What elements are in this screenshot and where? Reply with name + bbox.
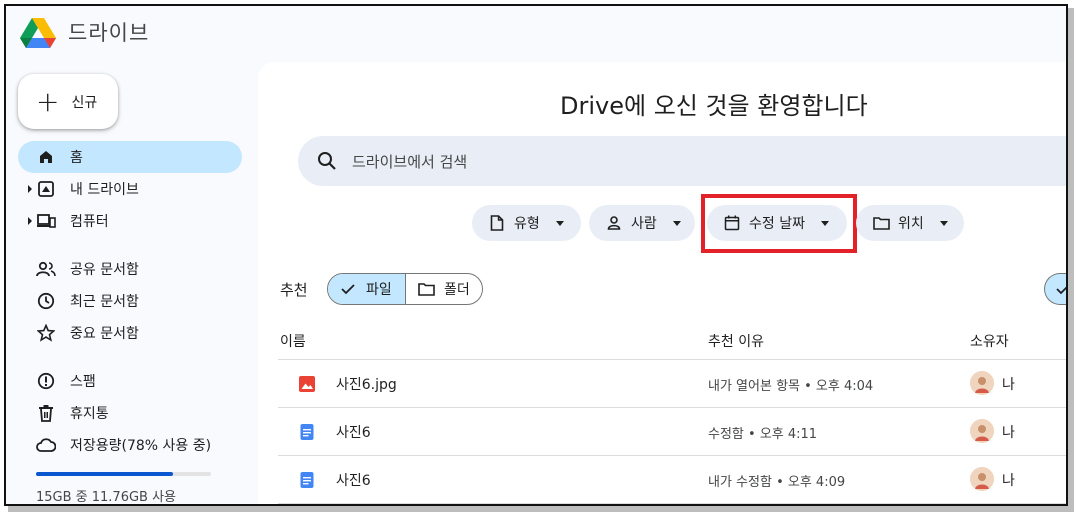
filter-chip-label: 유형 (514, 216, 540, 232)
owner-name: 나 (1002, 425, 1015, 441)
drop-shadow-bottom (8, 506, 1074, 512)
sidebar-item-home[interactable]: 홈 (18, 141, 242, 173)
files-folders-toggle: 파일 폴더 (327, 273, 483, 305)
toggle-label: 폴더 (444, 282, 470, 298)
sidebar-item-storage[interactable]: 저장용량(78% 사용 중) (18, 429, 242, 461)
toggle-folders[interactable]: 폴더 (406, 274, 482, 304)
sidebar-item-shared[interactable]: 공유 문서함 (18, 253, 242, 285)
file-name[interactable]: 사진6 (336, 422, 371, 442)
docs-file-icon (300, 472, 314, 488)
sidebar-item-my-drive[interactable]: 내 드라이브 (18, 173, 242, 205)
suggestion-reason: 내가 열어본 항목 • 오후 4:04 (708, 379, 874, 394)
search-input[interactable]: 드라이브에서 검색 (298, 136, 1068, 186)
cloud-icon (36, 435, 56, 455)
filter-chip-label: 사람 (631, 216, 657, 232)
view-toggle-partial[interactable] (1044, 273, 1068, 305)
filter-chip-location[interactable]: 위치 (856, 205, 964, 241)
drive-logo-icon[interactable] (20, 15, 56, 49)
sidebar-item-recent[interactable]: 최근 문서함 (18, 285, 242, 317)
file-name[interactable]: 사진6 (336, 470, 371, 490)
spam-icon (36, 371, 56, 391)
sidebar-item-trash[interactable]: 휴지통 (18, 397, 242, 429)
sidebar-item-spam[interactable]: 스팸 (18, 365, 242, 397)
person-icon (605, 214, 623, 232)
sidebar-item-computers[interactable]: 컴퓨터 (18, 205, 242, 237)
my-drive-icon (36, 179, 56, 199)
sidebar-item-label: 공유 문서함 (70, 262, 139, 278)
filter-chip-type[interactable]: 유형 (472, 205, 581, 241)
app-title: 드라이브 (68, 21, 150, 45)
app-header: 드라이브 (20, 14, 149, 50)
dropdown-arrow-icon (939, 220, 948, 226)
avatar (970, 371, 994, 395)
toggle-files[interactable]: 파일 (328, 274, 406, 304)
column-header-reason: 추천 이유 (708, 334, 764, 350)
sidebar-item-label: 최근 문서함 (70, 294, 139, 310)
folder-icon (872, 214, 890, 232)
column-header-name[interactable]: 이름 (280, 331, 306, 351)
shared-icon (36, 259, 56, 279)
expand-caret-icon[interactable] (28, 217, 32, 225)
toggle-label: 파일 (366, 282, 392, 298)
expand-caret-icon[interactable] (28, 185, 32, 193)
sidebar-item-label: 휴지통 (70, 406, 109, 422)
trash-icon (36, 403, 56, 423)
search-placeholder: 드라이브에서 검색 (352, 152, 468, 171)
sidebar-item-label: 내 드라이브 (70, 182, 139, 198)
computers-icon (36, 211, 56, 231)
dropdown-arrow-icon (672, 220, 681, 226)
avatar (970, 467, 994, 491)
column-header-owner: 소유자 (970, 334, 1009, 350)
suggestion-reason: 수정함 • 오후 4:11 (708, 427, 818, 442)
owner-name: 나 (1002, 473, 1015, 489)
storage-usage-text: 15GB 중 11.76GB 사용 (36, 490, 177, 505)
welcome-title: Drive에 오신 것을 환영합니다 (560, 92, 868, 120)
owner-name: 나 (1002, 377, 1015, 393)
table-row[interactable]: 사진6.jpg 내가 열어본 항목 • 오후 4:04 나 (278, 360, 1068, 408)
storage-progress-fill (36, 472, 173, 476)
filter-chip-label: 위치 (898, 216, 924, 232)
sidebar-item-label: 홈 (70, 150, 83, 166)
avatar (970, 419, 994, 443)
new-button[interactable]: + 신규 (18, 74, 118, 129)
main-panel: Drive에 오신 것을 환영합니다 드라이브에서 검색 유형 사람 수정 날짜 (258, 62, 1068, 506)
home-icon (36, 147, 56, 167)
check-icon (1056, 284, 1068, 295)
check-icon (340, 280, 358, 298)
sidebar-item-label: 중요 문서함 (70, 326, 139, 342)
table-row[interactable]: 사진6 수정함 • 오후 4:11 나 (278, 408, 1068, 456)
sidebar-item-label: 스팸 (70, 374, 96, 390)
table-row[interactable]: 사진6 내가 수정함 • 오후 4:09 나 (278, 456, 1068, 504)
file-icon (488, 214, 506, 232)
sidebar-item-starred[interactable]: 중요 문서함 (18, 317, 242, 349)
highlight-annotation-box (701, 194, 857, 253)
folder-icon (418, 280, 436, 298)
recent-icon (36, 291, 56, 311)
new-button-label: 신규 (71, 94, 98, 111)
dropdown-arrow-icon (555, 220, 564, 226)
star-icon (36, 323, 56, 343)
search-icon[interactable] (316, 150, 338, 172)
filter-chip-people[interactable]: 사람 (589, 205, 695, 241)
suggestion-reason: 내가 수정함 • 오후 4:09 (708, 475, 846, 490)
file-name[interactable]: 사진6.jpg (336, 374, 397, 394)
sidebar-item-label: 컴퓨터 (70, 214, 109, 230)
docs-file-icon (300, 424, 314, 440)
suggested-label: 추천 (280, 281, 308, 299)
storage-progress-bar (36, 472, 211, 476)
plus-icon: + (36, 84, 60, 118)
drive-window: 드라이브 + 신규 홈 내 드라이브 컴퓨터 공유 문서함 최근 문서함 중요 … (4, 4, 1068, 506)
drop-shadow-right (1068, 8, 1074, 508)
sidebar-item-label: 저장용량(78% 사용 중) (70, 438, 212, 454)
image-file-icon (299, 376, 315, 392)
